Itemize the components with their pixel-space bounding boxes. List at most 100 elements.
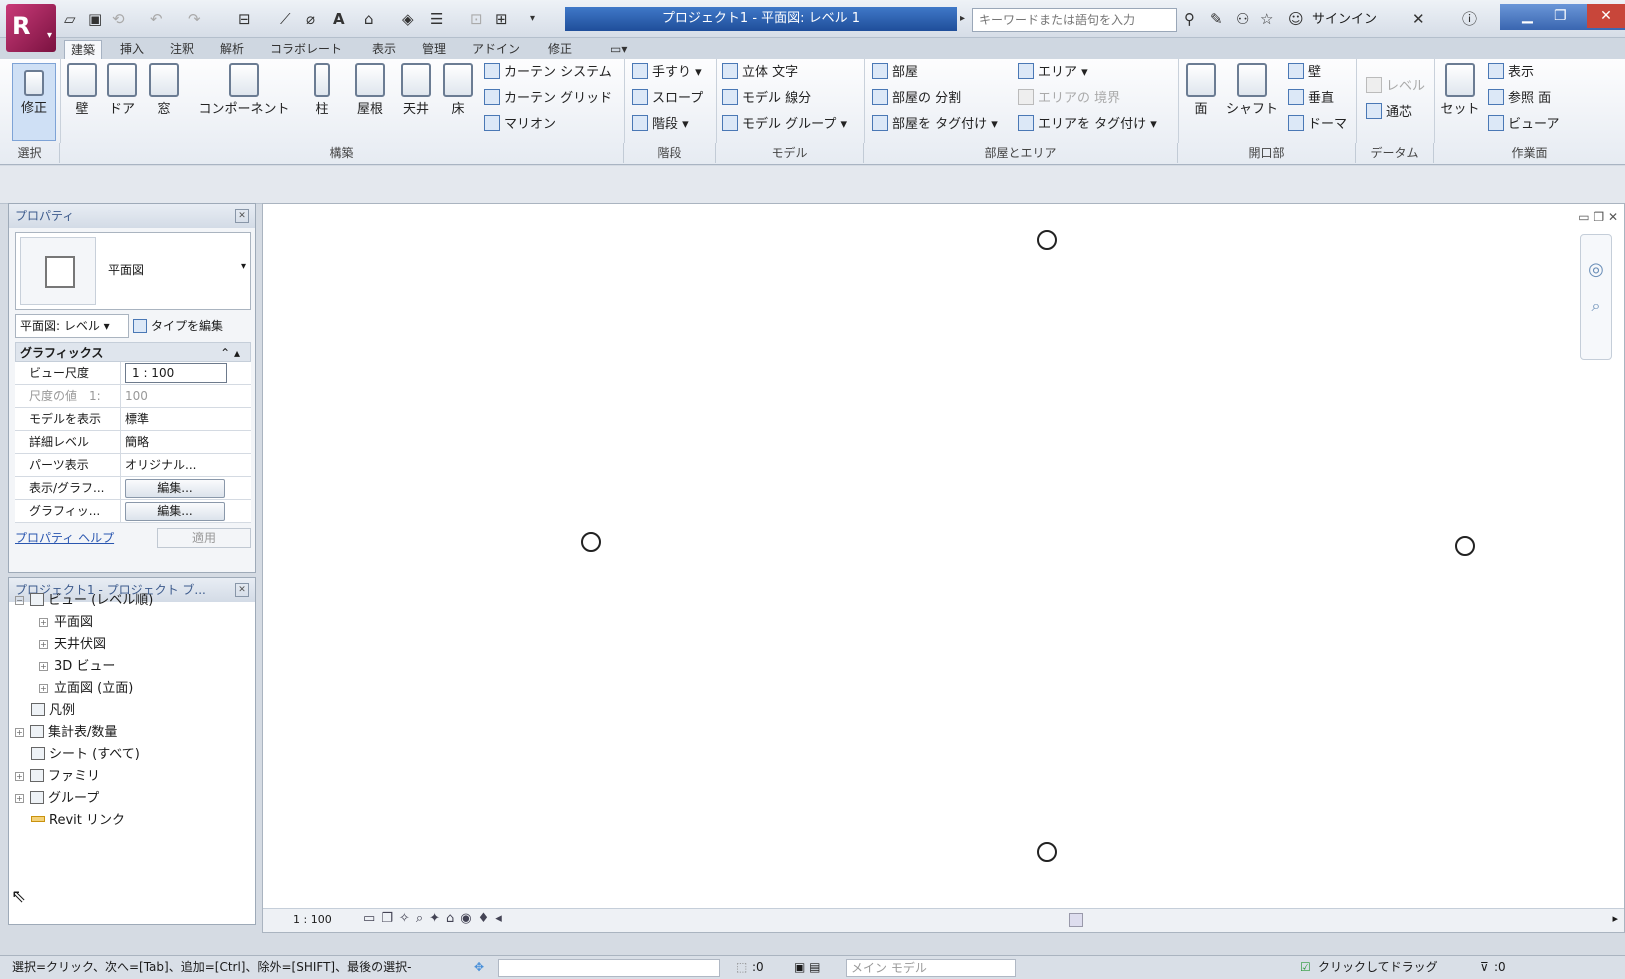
section-icon[interactable]: ◈ bbox=[402, 8, 414, 30]
tab-addins[interactable]: アドイン bbox=[466, 40, 526, 60]
room-separator-button[interactable]: 部屋の 分割 bbox=[872, 89, 961, 108]
elevation-marker-west[interactable] bbox=[581, 532, 601, 552]
close-button[interactable]: ✕ bbox=[1587, 4, 1625, 28]
edit-graphic-display-button[interactable]: 編集... bbox=[125, 502, 225, 521]
chevron-down-icon[interactable]: ▾ bbox=[241, 261, 246, 272]
table-row[interactable]: モデルを表示 標準 bbox=[15, 408, 251, 431]
undo-icon[interactable]: ↶ bbox=[150, 8, 163, 30]
vertical-opening-button[interactable]: 垂直 bbox=[1288, 89, 1334, 108]
close-icon[interactable]: ✕ bbox=[235, 209, 249, 223]
user-icon[interactable]: ☺ bbox=[1288, 8, 1304, 30]
scrollbar-thumb[interactable] bbox=[1069, 913, 1083, 927]
model-line-button[interactable]: モデル 線分 bbox=[722, 89, 811, 108]
main-model-select[interactable]: メイン モデル bbox=[846, 959, 1016, 977]
wall-opening-button[interactable]: 壁 bbox=[1288, 63, 1321, 82]
roof-button[interactable]: 屋根 bbox=[350, 63, 390, 119]
tab-view[interactable]: 表示 bbox=[366, 40, 402, 60]
mullion-button[interactable]: マリオン bbox=[484, 115, 556, 134]
view-scale-button[interactable]: 1 : 100 bbox=[293, 913, 332, 926]
window-button[interactable]: 窓 bbox=[146, 63, 182, 119]
dormer-button[interactable]: ドーマ bbox=[1288, 115, 1347, 134]
workset-field[interactable] bbox=[498, 959, 720, 977]
binoculars-icon[interactable]: ⚲ bbox=[1184, 8, 1195, 30]
tag-room-button[interactable]: 部屋を タグ付け ▾ bbox=[872, 115, 998, 134]
tree-node-sheets[interactable]: シート (すべて) bbox=[31, 746, 140, 764]
design-options-icon[interactable]: ▣ ▤ bbox=[794, 956, 821, 979]
area-boundary-button[interactable]: エリアの 境界 bbox=[1018, 89, 1120, 108]
drawing-area[interactable]: ▭ ❐ ✕ ◎ ⌕ 1 : 100 ▭❐✧⌕✦⌂◉♦◂ ▸ bbox=[262, 203, 1625, 933]
modify-button[interactable]: 修正 bbox=[12, 63, 56, 141]
type-selector[interactable]: 平面図 ▾ bbox=[15, 232, 251, 310]
text-icon[interactable]: A bbox=[333, 8, 345, 30]
tab-collaborate[interactable]: コラボレート bbox=[264, 40, 348, 60]
tree-node-schedules[interactable]: + 集計表/数量 bbox=[15, 724, 117, 742]
restore-button[interactable]: ❐ bbox=[1554, 4, 1567, 28]
favorites-icon[interactable]: ☆ bbox=[1260, 8, 1273, 30]
application-menu-button[interactable]: R ▾ bbox=[6, 4, 56, 52]
tree-node-ceiling-plans[interactable]: + 天井伏図 bbox=[39, 636, 106, 654]
line-icon[interactable]: ⟋ bbox=[280, 8, 291, 30]
tag-area-button[interactable]: エリアを タグ付け ▾ bbox=[1018, 115, 1157, 134]
save-icon[interactable]: ▣ bbox=[88, 8, 102, 30]
ceiling-button[interactable]: 天井 bbox=[396, 63, 436, 119]
tab-annotate[interactable]: 注釈 bbox=[164, 40, 200, 60]
click-drag-checkbox[interactable]: ☑ bbox=[1300, 956, 1311, 979]
communication-icon[interactable]: ⚇ bbox=[1236, 8, 1249, 30]
ribbon-minimize-icon[interactable]: ▭▾ bbox=[604, 40, 633, 60]
view-control-icons[interactable]: ▭❐✧⌕✦⌂◉♦◂ bbox=[363, 911, 508, 926]
category-graphics[interactable]: グラフィックス ⌃ ▴ bbox=[15, 342, 251, 362]
navigation-bar[interactable]: ◎ ⌕ bbox=[1580, 234, 1612, 360]
signin-link[interactable]: サインイン bbox=[1312, 9, 1377, 31]
group-label-select[interactable]: 選択 bbox=[0, 143, 60, 163]
tree-node-families[interactable]: + ファミリ bbox=[15, 768, 100, 786]
elevation-marker-north[interactable] bbox=[1037, 230, 1057, 250]
edit-graphics-button[interactable]: 編集... bbox=[125, 479, 225, 498]
tree-node-views[interactable]: − ビュー (レベル順) bbox=[15, 592, 153, 610]
open-icon[interactable]: ▱ bbox=[64, 8, 76, 30]
table-row[interactable]: パーツ表示 オリジナル... bbox=[15, 454, 251, 477]
tab-insert[interactable]: 挿入 bbox=[114, 40, 150, 60]
model-text-button[interactable]: 立体 文字 bbox=[722, 63, 798, 82]
tab-manage[interactable]: 管理 bbox=[416, 40, 452, 60]
tree-node-elevations[interactable]: + 立面図 (立面) bbox=[39, 680, 133, 698]
stair-button[interactable]: 階段 ▾ bbox=[632, 115, 689, 134]
3d-view-icon[interactable]: ⌂ bbox=[364, 8, 374, 30]
zoom-icon[interactable]: ⌕ bbox=[1581, 296, 1611, 316]
tag-icon[interactable]: ⌀ bbox=[306, 8, 315, 30]
tab-architecture[interactable]: 建築 bbox=[64, 40, 103, 60]
viewer-button[interactable]: ビューア bbox=[1488, 115, 1559, 134]
close-hidden-icon[interactable]: ⊡ bbox=[470, 8, 483, 30]
ramp-button[interactable]: スロープ bbox=[632, 89, 703, 108]
sync-icon[interactable]: ⟲ bbox=[112, 8, 125, 30]
qat-dropdown-icon[interactable]: ▾ bbox=[530, 8, 535, 30]
room-button[interactable]: 部屋 bbox=[872, 63, 918, 82]
column-button[interactable]: 柱 bbox=[306, 63, 338, 119]
curtain-system-button[interactable]: カーテン システム bbox=[484, 63, 612, 82]
measure-icon[interactable]: ⊟ bbox=[238, 8, 251, 30]
subscription-icon[interactable]: ✎ bbox=[1210, 8, 1223, 30]
tree-node-legends[interactable]: 凡例 bbox=[31, 702, 75, 720]
view-scale-field[interactable]: 1 : 100 bbox=[125, 363, 227, 383]
editable-only-icon[interactable]: ⬚ bbox=[736, 956, 747, 979]
view-instance-selector[interactable]: 平面図: レベル ▾ bbox=[15, 314, 129, 338]
wall-button[interactable]: 壁 bbox=[64, 63, 100, 119]
apply-button[interactable]: 適用 bbox=[157, 528, 251, 548]
show-workplane-button[interactable]: 表示 bbox=[1488, 63, 1534, 82]
set-workplane-button[interactable]: セット bbox=[1440, 63, 1480, 119]
select-links-icon[interactable]: ✥ bbox=[474, 956, 484, 979]
tab-modify[interactable]: 修正 bbox=[542, 40, 578, 60]
search-input[interactable] bbox=[972, 8, 1177, 32]
help-icon[interactable]: ⓘ bbox=[1462, 8, 1477, 30]
search-expand-icon[interactable]: ▸ bbox=[960, 8, 965, 30]
door-button[interactable]: ドア bbox=[104, 63, 140, 119]
tab-analyze[interactable]: 解析 bbox=[214, 40, 250, 60]
grid-button[interactable]: 通芯 bbox=[1366, 103, 1412, 122]
by-face-button[interactable]: 面 bbox=[1184, 63, 1218, 119]
thin-lines-icon[interactable]: ☰ bbox=[430, 8, 443, 30]
model-group-button[interactable]: モデル グループ ▾ bbox=[722, 115, 847, 134]
floor-button[interactable]: 床 bbox=[440, 63, 476, 119]
switch-window-icon[interactable]: ⊞ bbox=[495, 8, 508, 30]
shaft-button[interactable]: シャフト bbox=[1224, 63, 1280, 119]
scroll-right-icon[interactable]: ▸ bbox=[1612, 912, 1618, 925]
level-button[interactable]: レベル bbox=[1366, 77, 1425, 96]
